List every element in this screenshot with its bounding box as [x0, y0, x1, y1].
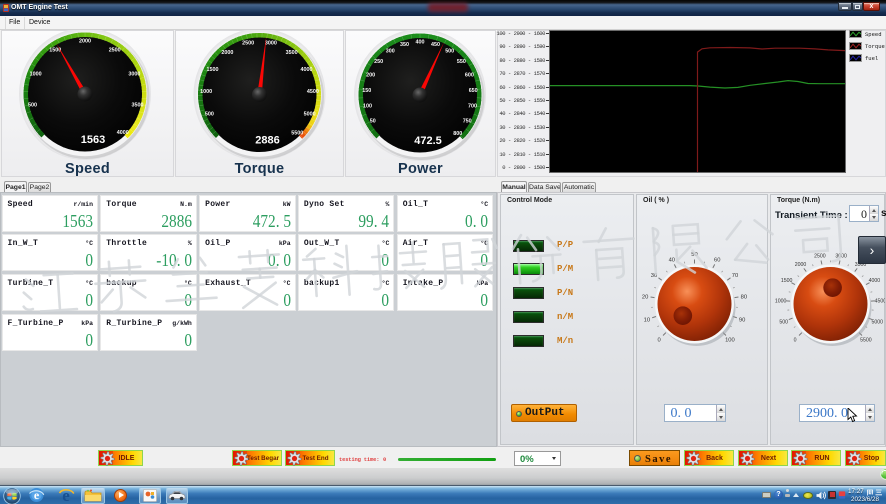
- svg-text:90: 90: [739, 317, 745, 323]
- svg-text:5500: 5500: [291, 130, 303, 136]
- svg-text:60: 60: [714, 257, 720, 263]
- svg-text:1500: 1500: [207, 67, 219, 73]
- svg-text:5000: 5000: [872, 319, 884, 325]
- svg-text:3500: 3500: [132, 103, 144, 109]
- svg-text:650: 650: [469, 88, 478, 94]
- svg-text:1500: 1500: [781, 278, 793, 284]
- svg-text:5000: 5000: [304, 111, 316, 117]
- svg-text:600: 600: [465, 73, 474, 79]
- svg-text:50: 50: [370, 118, 376, 124]
- svg-text:70: 70: [732, 272, 738, 278]
- svg-text:1000: 1000: [30, 72, 42, 78]
- svg-text:250: 250: [374, 59, 383, 65]
- svg-text:5500: 5500: [860, 337, 872, 343]
- svg-text:500: 500: [205, 111, 214, 117]
- svg-text:2500: 2500: [242, 40, 254, 46]
- svg-text:0: 0: [657, 337, 660, 343]
- svg-text:2500: 2500: [109, 48, 121, 54]
- svg-text:700: 700: [468, 104, 477, 110]
- svg-text:1563: 1563: [81, 134, 105, 146]
- svg-text:20: 20: [642, 294, 648, 300]
- svg-text:450: 450: [431, 42, 440, 48]
- svg-text:3500: 3500: [286, 50, 298, 56]
- svg-text:150: 150: [362, 88, 371, 94]
- svg-text:800: 800: [453, 131, 462, 137]
- svg-text:3000: 3000: [835, 253, 847, 259]
- svg-text:4000: 4000: [869, 278, 881, 284]
- svg-text:2886: 2886: [255, 135, 279, 147]
- svg-text:1000: 1000: [775, 298, 787, 304]
- svg-text:200: 200: [366, 73, 375, 79]
- svg-text:350: 350: [400, 42, 409, 48]
- svg-text:e: e: [34, 488, 40, 502]
- svg-text:3000: 3000: [265, 40, 277, 46]
- svg-text:4500: 4500: [307, 89, 319, 95]
- svg-text:2000: 2000: [79, 39, 91, 45]
- svg-text:4500: 4500: [875, 298, 885, 304]
- svg-text:300: 300: [386, 49, 395, 55]
- svg-text:100: 100: [363, 104, 372, 110]
- svg-text:40: 40: [669, 257, 675, 263]
- svg-text:1000: 1000: [200, 89, 212, 95]
- svg-text:2000: 2000: [795, 262, 807, 268]
- svg-text:4000: 4000: [117, 130, 129, 136]
- svg-text:2500: 2500: [814, 253, 826, 259]
- svg-text:50: 50: [691, 252, 697, 258]
- svg-text:550: 550: [457, 59, 466, 65]
- svg-text:30: 30: [651, 272, 657, 278]
- svg-text:472.5: 472.5: [414, 135, 442, 147]
- svg-text:400: 400: [416, 40, 425, 46]
- svg-text:500: 500: [445, 49, 454, 55]
- svg-text:100: 100: [725, 337, 735, 343]
- svg-text:80: 80: [741, 294, 747, 300]
- svg-text:0: 0: [794, 337, 797, 343]
- svg-text:500: 500: [28, 103, 37, 109]
- svg-text:3000: 3000: [128, 72, 140, 78]
- svg-text:10: 10: [644, 317, 650, 323]
- svg-text:500: 500: [779, 319, 788, 325]
- svg-text:2000: 2000: [221, 50, 233, 56]
- svg-text:750: 750: [463, 118, 472, 124]
- svg-text:4000: 4000: [301, 67, 313, 73]
